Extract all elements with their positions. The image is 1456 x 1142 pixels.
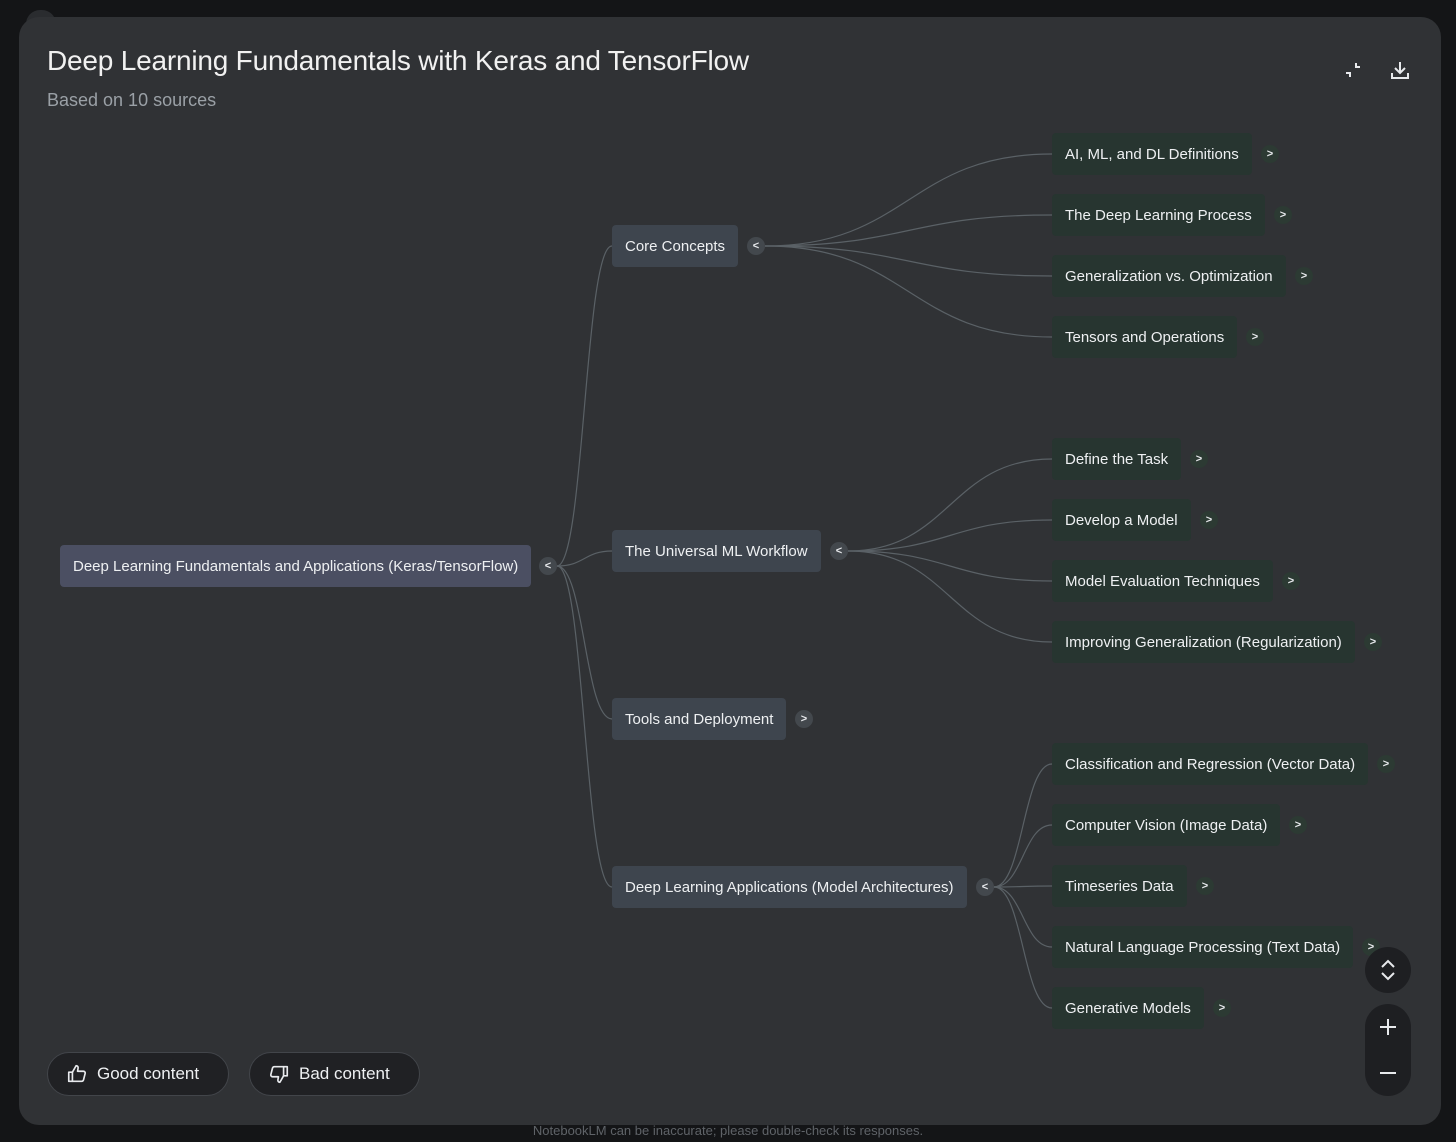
leaf-connector <box>993 885 1053 888</box>
leaf-node[interactable]: Tensors and Operations <box>1052 316 1238 358</box>
leaf-connector <box>764 245 1053 277</box>
leaf-node[interactable]: Generative Models <box>1052 987 1204 1029</box>
leaf-node-label: Generative Models <box>1065 999 1191 1017</box>
leaf-expand-toggle[interactable]: > <box>1295 267 1313 285</box>
leaf-node-label: Improving Generalization (Regularization… <box>1065 633 1342 651</box>
disclaimer-text: NotebookLM can be inaccurate; please dou… <box>532 1123 924 1138</box>
leaf-node[interactable]: Natural Language Processing (Text Data) <box>1052 926 1354 968</box>
leaf-connector <box>993 886 1053 948</box>
branch-node-label: The Universal ML Workflow <box>625 542 808 560</box>
branch-connector <box>556 565 613 888</box>
bad-content-button[interactable]: Bad content <box>249 1052 420 1096</box>
mindmap-panel: Deep Learning Fundamentals with Keras an… <box>19 17 1441 1125</box>
leaf-node-label: Define the Task <box>1065 450 1169 468</box>
leaf-node-label: The Deep Learning Process <box>1065 206 1252 224</box>
thumbs-down-icon <box>269 1065 289 1084</box>
zoom-control <box>1365 1004 1411 1096</box>
leaf-expand-toggle[interactable]: > <box>1289 816 1307 834</box>
root-node-label: Deep Learning Fundamentals and Applicati… <box>73 557 519 575</box>
leaf-connector <box>993 824 1053 888</box>
branch-connector <box>556 565 613 720</box>
bad-content-label: Bad content <box>299 1064 390 1083</box>
leaf-node[interactable]: Classification and Regression (Vector Da… <box>1052 743 1369 785</box>
leaf-expand-toggle[interactable]: > <box>1200 511 1218 529</box>
leaf-connector <box>847 519 1053 552</box>
leaf-node[interactable]: Computer Vision (Image Data) <box>1052 804 1281 846</box>
leaf-expand-toggle[interactable]: > <box>1261 145 1279 163</box>
branch-node[interactable]: The Universal ML Workflow <box>612 530 821 572</box>
leaf-expand-toggle[interactable]: > <box>1274 206 1292 224</box>
leaf-node-label: Computer Vision (Image Data) <box>1065 816 1268 834</box>
branch-node-label: Deep Learning Applications (Model Archit… <box>625 878 954 896</box>
leaf-expand-toggle[interactable]: > <box>1364 633 1382 651</box>
plus-icon <box>1380 1019 1396 1035</box>
leaf-connector <box>764 153 1053 247</box>
leaf-expand-toggle[interactable]: > <box>1190 450 1208 468</box>
leaf-expand-toggle[interactable]: > <box>1196 877 1214 895</box>
leaf-expand-toggle[interactable]: > <box>1246 328 1264 346</box>
leaf-node[interactable]: Improving Generalization (Regularization… <box>1052 621 1355 663</box>
branch-connector <box>556 245 613 567</box>
leaf-connector <box>764 245 1053 338</box>
branch-node[interactable]: Tools and Deployment <box>612 698 787 740</box>
leaf-node[interactable]: Define the Task <box>1052 438 1182 480</box>
branch-toggle[interactable]: < <box>976 878 994 896</box>
leaf-expand-toggle[interactable]: > <box>1213 999 1231 1017</box>
branch-toggle[interactable]: < <box>830 542 848 560</box>
leaf-node-label: Model Evaluation Techniques <box>1065 572 1260 590</box>
leaf-connector <box>764 214 1053 247</box>
leaf-connector <box>993 763 1053 888</box>
leaf-node-label: AI, ML, and DL Definitions <box>1065 145 1239 163</box>
root-collapse-toggle[interactable]: < <box>539 557 557 575</box>
leaf-node-label: Develop a Model <box>1065 511 1178 529</box>
leaf-connector <box>847 458 1053 552</box>
leaf-connector <box>847 550 1053 582</box>
leaf-node-label: Natural Language Processing (Text Data) <box>1065 938 1341 956</box>
thumbs-up-icon <box>67 1064 87 1083</box>
zoom-out-button[interactable] <box>1365 1050 1411 1096</box>
branch-node-label: Tools and Deployment <box>625 710 774 728</box>
minus-icon <box>1380 1072 1396 1074</box>
branch-node[interactable]: Core Concepts <box>612 225 739 267</box>
leaf-node-label: Generalization vs. Optimization <box>1065 267 1273 285</box>
leaf-node-label: Tensors and Operations <box>1065 328 1225 346</box>
leaf-connector <box>847 550 1053 643</box>
leaf-expand-toggle[interactable]: > <box>1377 755 1395 773</box>
zoom-in-button[interactable] <box>1365 1004 1411 1050</box>
expand-collapse-button[interactable] <box>1365 947 1411 993</box>
leaf-node[interactable]: AI, ML, and DL Definitions <box>1052 133 1252 175</box>
leaf-node[interactable]: Develop a Model <box>1052 499 1191 541</box>
leaf-node[interactable]: Generalization vs. Optimization <box>1052 255 1286 297</box>
expand-collapse-icon <box>1381 959 1395 981</box>
leaf-node[interactable]: Model Evaluation Techniques <box>1052 560 1273 602</box>
expand-collapse-control <box>1365 947 1411 993</box>
leaf-node-label: Classification and Regression (Vector Da… <box>1065 755 1356 773</box>
leaf-connector <box>993 886 1053 1009</box>
branch-node-label: Core Concepts <box>625 237 726 255</box>
leaf-node-label: Timeseries Data <box>1065 877 1174 895</box>
good-content-button[interactable]: Good content <box>47 1052 229 1096</box>
root-node[interactable]: Deep Learning Fundamentals and Applicati… <box>60 545 532 587</box>
leaf-expand-toggle[interactable]: > <box>1282 572 1300 590</box>
leaf-node[interactable]: Timeseries Data <box>1052 865 1187 907</box>
branch-toggle[interactable]: < <box>747 237 765 255</box>
branch-node[interactable]: Deep Learning Applications (Model Archit… <box>612 866 967 908</box>
branch-toggle[interactable]: > <box>795 710 813 728</box>
good-content-label: Good content <box>97 1064 200 1083</box>
leaf-node[interactable]: The Deep Learning Process <box>1052 194 1265 236</box>
